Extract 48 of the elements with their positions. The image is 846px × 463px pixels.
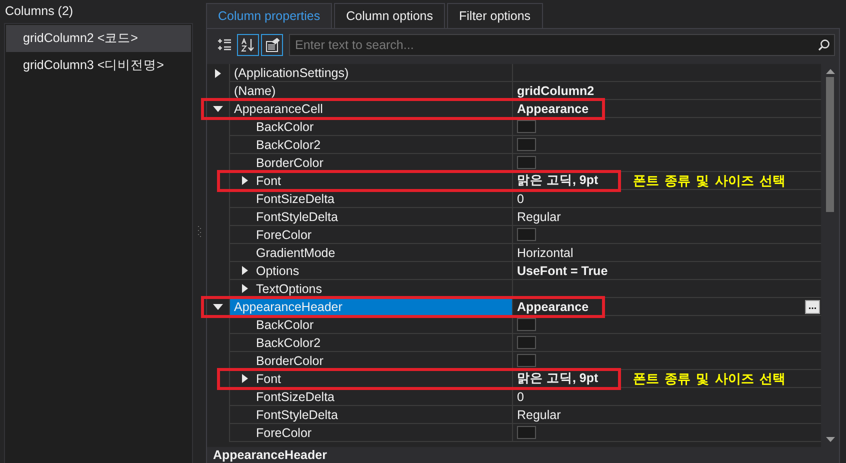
property-value: gridColumn2 (517, 84, 594, 98)
color-swatch (517, 336, 536, 349)
scroll-down-icon (826, 437, 835, 442)
annotation-text: 폰트 종류 및 사이즈 선택 (633, 172, 786, 190)
property-value: 0 (517, 192, 524, 206)
property-name-cell[interactable]: (ApplicationSettings) (229, 64, 513, 82)
color-swatch (517, 156, 536, 169)
description-title: AppearanceHeader (212, 447, 328, 463)
property-value: 0 (517, 390, 524, 404)
annotation-text: 폰트 종류 및 사이즈 선택 (633, 370, 786, 388)
property-value: Regular (517, 210, 561, 224)
color-swatch (517, 138, 536, 151)
property-value: Appearance (517, 300, 589, 314)
scroll-up-icon (826, 69, 835, 74)
color-swatch (517, 354, 536, 367)
sort-alphabetical-icon (240, 38, 256, 52)
color-swatch (517, 318, 536, 331)
property-value: Appearance (517, 102, 589, 116)
property-name-cell[interactable]: Options (229, 262, 513, 280)
column-list-item[interactable]: gridColumn2 <코드> (6, 25, 191, 52)
color-swatch (517, 120, 536, 133)
property-name-cell[interactable]: FontStyleDelta (229, 208, 513, 226)
color-swatch (517, 426, 536, 439)
property-value: 맑은 고딕, 9pt (517, 172, 598, 189)
property-value: Regular (517, 408, 561, 422)
tab[interactable]: Filter options (447, 3, 543, 28)
toolbar-button[interactable] (261, 34, 283, 56)
categorized-view-icon (216, 38, 232, 52)
color-swatch (517, 228, 536, 241)
panel-title: Columns (2) (4, 3, 74, 20)
tab[interactable]: Column properties (206, 3, 332, 28)
column-list-item[interactable]: gridColumn3 <디비전명> (6, 52, 191, 79)
property-name-cell[interactable]: GradientMode (229, 244, 513, 262)
property-value: 맑은 고딕, 9pt (517, 370, 598, 387)
property-name-cell[interactable]: BackColor2 (229, 136, 513, 154)
property-pages-icon (264, 38, 280, 52)
property-name-cell[interactable]: ForeColor (229, 226, 513, 244)
ellipsis-button[interactable]: ... (805, 300, 820, 314)
property-name-cell[interactable]: ForeColor (229, 424, 513, 442)
tab[interactable]: Column options (334, 3, 445, 28)
property-name-cell[interactable]: BackColor2 (229, 334, 513, 352)
scrollbar-thumb[interactable] (826, 77, 834, 212)
property-value: Horizontal (517, 246, 574, 260)
search-icon (818, 39, 830, 51)
property-name-cell[interactable]: FontStyleDelta (229, 406, 513, 424)
search-field[interactable]: Enter text to search... (289, 34, 835, 56)
property-value: UseFont = True (517, 264, 608, 278)
toolbar-button[interactable] (237, 34, 259, 56)
